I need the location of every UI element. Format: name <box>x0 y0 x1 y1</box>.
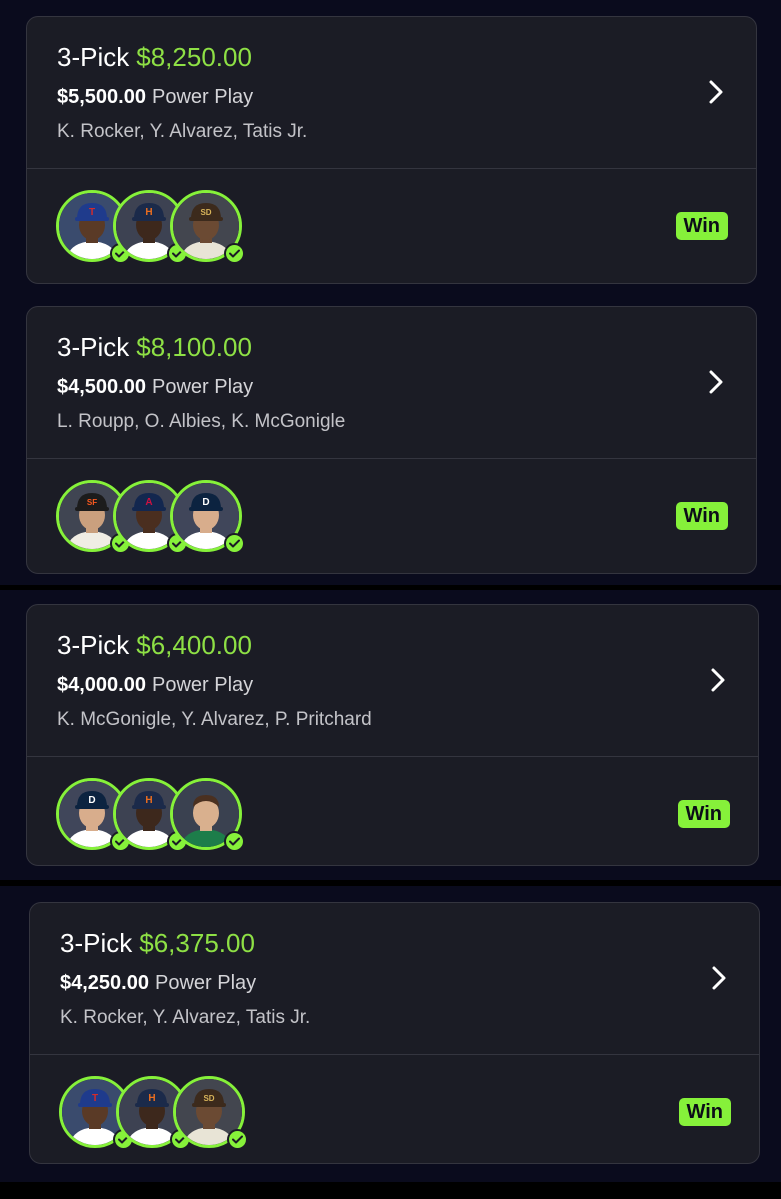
divider <box>27 168 756 169</box>
players-list: L. Roupp, O. Albies, K. McGonigle <box>57 411 346 432</box>
check-icon <box>224 831 245 852</box>
status-badge: Win <box>675 502 728 530</box>
play-type: Power Play <box>154 972 257 994</box>
check-icon <box>227 1129 248 1150</box>
check-icon <box>224 243 245 264</box>
svg-text:T: T <box>92 1093 98 1104</box>
players-list: K. McGonigle, Y. Alvarez, P. Pritchard <box>57 709 372 730</box>
svg-text:D: D <box>202 497 209 508</box>
chevron-right-icon[interactable] <box>706 665 730 695</box>
entry-line: $4,000.00 Power Play <box>57 672 253 698</box>
player-avatars: T H SD <box>56 190 256 264</box>
svg-text:SD: SD <box>200 208 211 217</box>
entry-card-header[interactable]: 3-Pick $6,400.00 $4,000.00 Power Play K. M… <box>27 605 758 757</box>
entry-line: $4,250.00 Power Play <box>60 970 256 996</box>
player-avatars: SF A D <box>56 480 256 554</box>
divider <box>30 1054 759 1055</box>
entry-card-header[interactable]: 3-Pick $8,250.00 $5,500.00 Power Play K. R… <box>27 17 756 169</box>
payout-amount: $6,400.00 <box>136 630 252 660</box>
entry-amount: $5,500.00 <box>57 86 146 108</box>
entry-line: $5,500.00 Power Play <box>57 84 253 110</box>
chevron-right-icon[interactable] <box>704 367 728 397</box>
status-badge: Win <box>677 800 730 828</box>
divider <box>27 756 758 757</box>
svg-text:H: H <box>145 795 152 806</box>
chevron-right-icon[interactable] <box>704 77 728 107</box>
players-list: K. Rocker, Y. Alvarez, Tatis Jr. <box>57 121 308 142</box>
player-avatars: DH <box>56 778 256 852</box>
entry-title: 3-Pick $8,100.00 <box>57 330 252 364</box>
payout-amount: $6,375.00 <box>139 928 255 958</box>
divider <box>27 458 756 459</box>
check-icon <box>224 533 245 554</box>
player-avatar <box>170 778 245 852</box>
entry-card[interactable]: 3-Pick $6,375.00 $4,250.00 Power Play K. R… <box>29 902 760 1164</box>
status-badge: Win <box>675 212 728 240</box>
entry-title: 3-Pick $6,375.00 <box>60 926 255 960</box>
svg-text:A: A <box>145 497 152 508</box>
play-type: Power Play <box>151 674 254 696</box>
pick-count-label: 3-Pick <box>60 928 133 958</box>
players-list: K. Rocker, Y. Alvarez, Tatis Jr. <box>60 1007 311 1028</box>
status-badge: Win <box>678 1098 731 1126</box>
svg-text:T: T <box>89 207 95 218</box>
entry-card-header[interactable]: 3-Pick $6,375.00 $4,250.00 Power Play K. R… <box>30 903 759 1055</box>
play-type: Power Play <box>151 376 254 398</box>
entry-title: 3-Pick $6,400.00 <box>57 628 252 662</box>
entry-line: $4,500.00 Power Play <box>57 374 253 400</box>
payout-amount: $8,100.00 <box>136 332 252 362</box>
entry-card[interactable]: 3-Pick $8,100.00 $4,500.00 Power Play L. R… <box>26 306 757 574</box>
svg-text:SF: SF <box>87 498 97 507</box>
svg-text:H: H <box>148 1093 155 1104</box>
entry-amount: $4,250.00 <box>60 972 149 994</box>
player-avatar: SD <box>170 190 245 264</box>
svg-text:SD: SD <box>203 1094 214 1103</box>
pick-count-label: 3-Pick <box>57 630 130 660</box>
player-avatar: D <box>170 480 245 554</box>
svg-text:H: H <box>145 207 152 218</box>
entry-card[interactable]: 3-Pick $6,400.00 $4,000.00 Power Play K. M… <box>26 604 759 866</box>
pick-count-label: 3-Pick <box>57 42 130 72</box>
svg-text:D: D <box>88 795 95 806</box>
entry-card[interactable]: 3-Pick $8,250.00 $5,500.00 Power Play K. R… <box>26 16 757 284</box>
payout-amount: $8,250.00 <box>136 42 252 72</box>
player-avatars: T H SD <box>59 1076 259 1150</box>
pick-count-label: 3-Pick <box>57 332 130 362</box>
entry-amount: $4,500.00 <box>57 376 146 398</box>
entry-amount: $4,000.00 <box>57 674 146 696</box>
play-type: Power Play <box>151 86 254 108</box>
chevron-right-icon[interactable] <box>707 963 731 993</box>
entry-card-header[interactable]: 3-Pick $8,100.00 $4,500.00 Power Play L. R… <box>27 307 756 459</box>
player-avatar: SD <box>173 1076 248 1150</box>
entry-title: 3-Pick $8,250.00 <box>57 40 252 74</box>
